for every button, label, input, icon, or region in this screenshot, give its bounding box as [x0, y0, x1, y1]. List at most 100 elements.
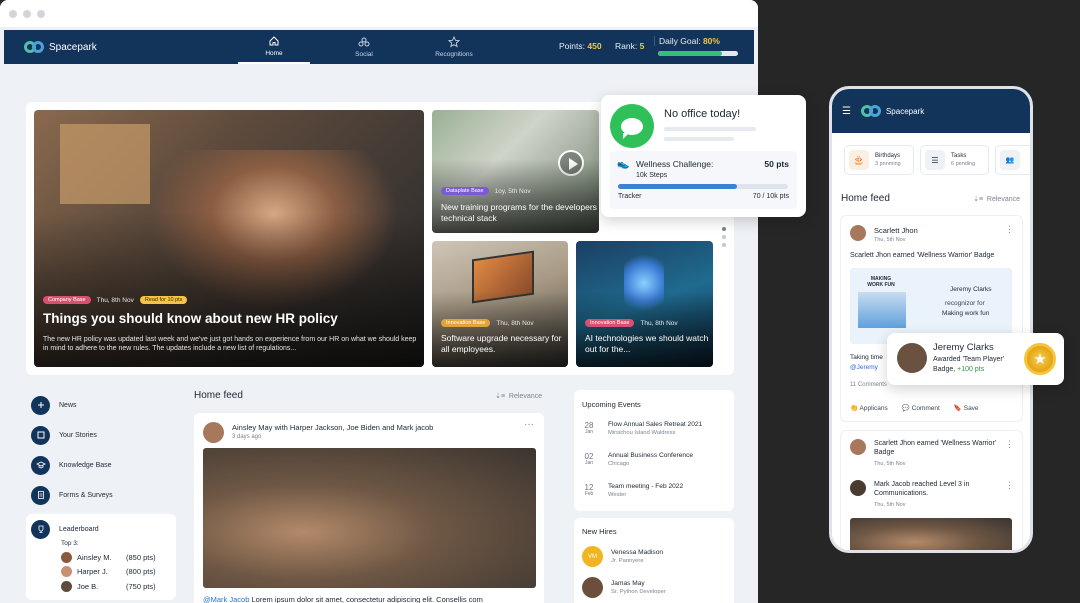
tasks-icon: ☰ [925, 150, 945, 170]
trophy-icon [31, 519, 50, 539]
daily-goal: Daily Goal: 80% [654, 36, 720, 46]
sidebar-item-knowledge-base[interactable]: Knowledge Base [26, 450, 176, 480]
sidebar-item-label: Knowledge Base [59, 461, 112, 469]
browser-chrome [0, 0, 758, 27]
tracker-bar [618, 184, 788, 189]
leaderboard-row[interactable]: Harper J. (800 pts) [31, 565, 171, 580]
rank-value: 5 [639, 41, 645, 51]
category-tag: Company Base [43, 296, 91, 304]
card-title: Things you should know about new HR poli… [43, 311, 338, 326]
card-meta: Innovation Base Thu, 8th Nov [441, 319, 534, 327]
points-value: 450 [587, 41, 602, 51]
card-title: New training programs for the developers… [441, 202, 597, 223]
carousel-dots[interactable] [722, 227, 726, 247]
logo-icon [24, 41, 44, 53]
avatar [850, 480, 866, 496]
goal-progress-fill [658, 51, 722, 56]
post-mention[interactable]: @Jeremy [850, 364, 878, 371]
event-item[interactable]: 12 Feb Team meeting - Feb 2022 Wester [574, 475, 734, 506]
card-date: Thu, 8th Nov [96, 296, 134, 304]
activity-date: Thu, 5th Nov [874, 502, 906, 508]
card-title: AI technologies we should watch out for … [585, 333, 709, 354]
avatar [897, 343, 927, 373]
window-dot[interactable] [23, 9, 31, 18]
app-logo[interactable]: Spacepark [24, 41, 97, 53]
more-options-icon[interactable]: ⋮ [1005, 480, 1014, 491]
mobile-sort[interactable]: ⇣≡ Relevance [973, 195, 1020, 203]
comment-count[interactable]: 11 Comments [850, 382, 887, 388]
people-chip[interactable]: 👥 [995, 145, 1030, 175]
post-text: Scarlett Jhon earned 'Wellness Warrior' … [850, 252, 995, 259]
more-options-icon[interactable]: ⋮ [1005, 224, 1014, 235]
image-role: recognizor for [945, 300, 985, 307]
image-name: Jeremy Clarks [950, 286, 992, 293]
avatar [582, 577, 603, 598]
hire-name: Venessa Madison [611, 549, 664, 556]
award-line: Badge, +100 pts [933, 366, 985, 373]
sidebar-item-forms[interactable]: Forms & Surveys [26, 480, 176, 510]
sidebar-item-stories[interactable]: Your Stories [26, 420, 176, 450]
image-heading: MAKING WORK FUN [867, 276, 895, 288]
post-author[interactable]: Scarlett Jhon [874, 226, 918, 235]
tracker-fill [618, 184, 737, 189]
tasks-chip[interactable]: ☰ Tasks 6 pending [920, 145, 989, 175]
skeleton-line [664, 127, 756, 131]
sort-dropdown[interactable]: ⇣≡ Relevance [495, 392, 542, 400]
award-toast[interactable]: Jeremy Clarks Awarded 'Team Player' Badg… [887, 333, 1064, 385]
more-options-icon[interactable]: ··· [524, 419, 534, 430]
post-image[interactable] [203, 448, 536, 588]
window-dot[interactable] [37, 9, 45, 18]
post-date: Thu, 5th Nov [874, 237, 906, 243]
mobile-post: Scarlett Jhon Thu, 5th Nov ⋮ Scarlett Jh… [840, 215, 1023, 422]
hire-item[interactable]: Jamas May Sr. Python Developer [574, 572, 734, 603]
tab-social[interactable]: Social [329, 30, 399, 64]
avatar [61, 551, 72, 563]
post-mention[interactable]: @Mark Jacob [203, 595, 249, 603]
award-line: Awarded 'Team Player' [933, 356, 1005, 363]
sidebar: News Your Stories Knowledge Base Forms &… [26, 390, 176, 600]
post-time: 3 days ago [232, 434, 262, 440]
leaderboard-row[interactable]: Joe B. (750 pts) [31, 579, 171, 594]
activity-date: Thu, 5th Nov [874, 461, 906, 467]
sidebar-item-label: Your Stories [59, 431, 97, 439]
tracker-value: 70 / 10k pts [752, 193, 789, 200]
activity-text: Mark Jacob reached Level 3 in Communicat… [874, 481, 970, 498]
news-card-ai[interactable]: Innovation Base Thu, 8th Nov AI technolo… [576, 241, 713, 367]
sidebar-item-label: News [59, 401, 77, 409]
save-button[interactable]: 🔖 Save [954, 404, 979, 412]
event-item[interactable]: 28 Jan Flow Annual Sales Retreat 2021 Mirs… [574, 413, 734, 444]
news-card-hr-policy[interactable]: Company Base Thu, 8th Nov Read for 10 pt… [34, 110, 424, 367]
points-stat: Points: 450 [559, 41, 602, 51]
top-nav: Spacepark Home Social Recognitions Point… [4, 30, 754, 64]
goal-value: 80% [702, 36, 720, 46]
news-card-training[interactable]: Dataplate Base 1oy, 5th Nov New training… [432, 110, 599, 233]
leaderboard[interactable]: Leaderboard Top 3: Ainsley M. (850 pts) … [26, 514, 176, 600]
hire-item[interactable]: VM Venessa Madison Jr. Pannyere [574, 541, 734, 572]
window-dot[interactable] [9, 9, 17, 18]
tab-home[interactable]: Home [238, 30, 310, 64]
stories-icon [31, 425, 50, 445]
activity-image[interactable] [850, 518, 1012, 550]
menu-icon[interactable]: ☰ [842, 106, 851, 117]
event-place: Wester [608, 492, 627, 498]
card-title: Software upgrade necessary for all emplo… [441, 333, 562, 354]
chat-bubble-icon [610, 104, 654, 148]
comment-button[interactable]: 💬 Comment [902, 404, 940, 412]
event-item[interactable]: 02 Jan Annual Business Conference Chicago [574, 444, 734, 475]
new-hires: New Hires VM Venessa Madison Jr. Pannyere… [574, 518, 734, 603]
sort-icon: ⇣≡ [495, 392, 506, 400]
sidebar-item-news[interactable]: News [26, 390, 176, 420]
card-meta: Company Base Thu, 8th Nov Read for 10 pt… [43, 296, 188, 304]
birthdays-chip[interactable]: 🎂 Birthdays 3 pnnming [844, 145, 914, 175]
post-author[interactable]: Ainsley May with Harper Jackson, Joe Bid… [232, 423, 433, 432]
news-card-software[interactable]: Innovation Base Thu, 8th Nov Software up… [432, 241, 568, 367]
upcoming-events: Upcoming Events 28 Jan Flow Annual Sales … [574, 390, 734, 511]
more-options-icon[interactable]: ⋮ [1005, 439, 1014, 450]
leaderboard-row[interactable]: Ainsley M. (850 pts) [31, 550, 171, 565]
tab-recognitions[interactable]: Recognitions [414, 30, 494, 64]
applaud-button[interactable]: 👏 Applicans [850, 404, 888, 412]
leaderboard-title: Leaderboard [59, 525, 99, 533]
wellness-popup[interactable]: No office today! 👟 Wellness Challenge: 5… [601, 95, 806, 217]
app-name: Spacepark [49, 41, 97, 53]
people-icon: 👥 [1000, 150, 1020, 170]
